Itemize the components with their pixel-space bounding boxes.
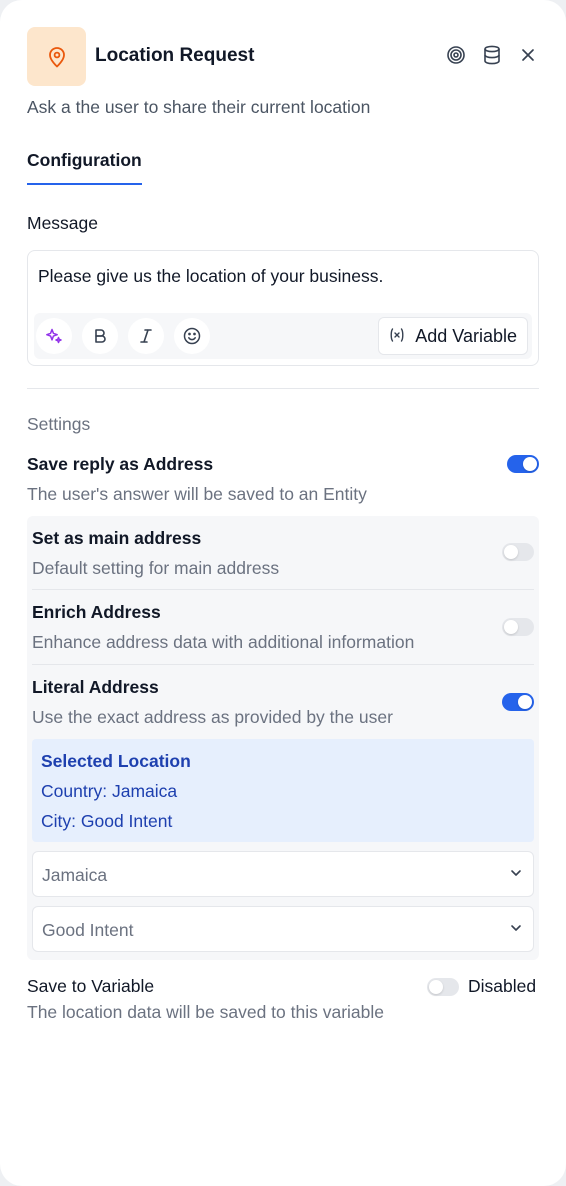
chevron-down-icon (509, 866, 523, 885)
row-divider (32, 664, 534, 665)
chevron-down-icon (509, 921, 523, 940)
enrich-address-description: Enhance address data with additional inf… (32, 632, 415, 652)
save-to-variable-status: Disabled (468, 976, 537, 996)
settings-label: Settings (27, 414, 91, 434)
section-divider (27, 388, 539, 389)
emoji-icon[interactable] (174, 318, 210, 354)
variable-icon (389, 326, 405, 347)
message-label: Message (27, 213, 99, 233)
sparkles-icon[interactable] (36, 318, 72, 354)
address-options-panel: Set as main address Default setting for … (27, 516, 539, 960)
country-select[interactable]: Jamaica (32, 851, 534, 897)
city-select[interactable]: Good Intent (32, 906, 534, 952)
message-text[interactable]: Please give us the location of your busi… (38, 266, 383, 287)
panel-header: Location Request (27, 27, 539, 86)
save-to-variable-title: Save to Variable (27, 976, 155, 996)
location-pin-icon (27, 27, 86, 86)
panel-subtitle: Ask a the user to share their current lo… (27, 97, 371, 117)
location-request-panel: Location Request Ask a the user to share… (0, 0, 566, 1186)
add-variable-button[interactable]: Add Variable (378, 317, 528, 355)
editor-toolbar: Add Variable (34, 313, 532, 359)
tab-bar: Configuration (27, 150, 142, 185)
main-address-title: Set as main address (32, 528, 202, 548)
bold-icon[interactable] (82, 318, 118, 354)
selected-location-title: Selected Location (41, 751, 191, 771)
selected-city: City: Good Intent (41, 811, 173, 831)
save-reply-title: Save reply as Address (27, 454, 214, 474)
selected-location-box: Selected Location Country: Jamaica City:… (32, 739, 534, 842)
save-to-variable-toggle[interactable] (427, 978, 459, 996)
literal-address-description: Use the exact address as provided by the… (32, 707, 393, 727)
save-reply-toggle[interactable] (507, 455, 539, 473)
header-actions (445, 44, 539, 66)
row-divider (32, 589, 534, 590)
database-icon[interactable] (481, 44, 503, 66)
enrich-address-title: Enrich Address (32, 602, 161, 622)
tab-configuration[interactable]: Configuration (27, 150, 142, 185)
close-icon[interactable] (517, 44, 539, 66)
add-variable-label: Add Variable (415, 325, 517, 346)
main-address-toggle[interactable] (502, 543, 534, 561)
literal-address-toggle[interactable] (502, 693, 534, 711)
message-editor[interactable]: Please give us the location of your busi… (27, 250, 539, 366)
save-reply-description: The user's answer will be saved to an En… (27, 484, 367, 504)
country-select-value: Jamaica (42, 865, 108, 885)
selected-country: Country: Jamaica (41, 781, 178, 801)
city-select-value: Good Intent (42, 920, 134, 940)
enrich-address-toggle[interactable] (502, 618, 534, 636)
literal-address-title: Literal Address (32, 677, 159, 697)
save-to-variable-description: The location data will be saved to this … (27, 1002, 385, 1022)
panel-title: Location Request (95, 45, 255, 66)
main-address-description: Default setting for main address (32, 558, 280, 578)
italic-icon[interactable] (128, 318, 164, 354)
target-icon[interactable] (445, 44, 467, 66)
